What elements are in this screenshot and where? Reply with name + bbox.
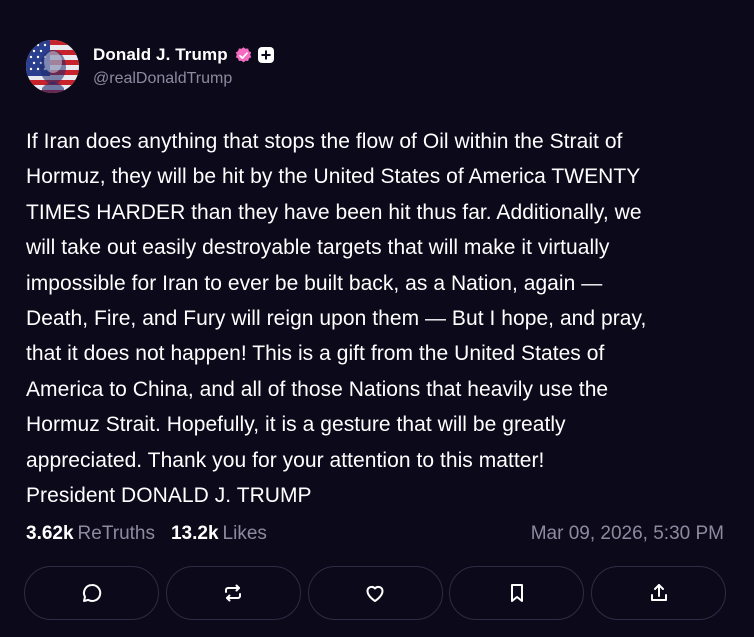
plus-badge-icon [257, 47, 274, 63]
retruth-button[interactable] [165, 566, 301, 620]
truth-post: Donald J. Trump @realDonaldTrump If Iran… [0, 0, 754, 637]
repost-icon [225, 584, 242, 602]
action-bar [24, 566, 726, 622]
reply-button[interactable] [24, 566, 159, 620]
share-icon [650, 584, 667, 601]
likes-count[interactable]: 13.2k [171, 523, 219, 545]
likes-label[interactable]: Likes [223, 523, 267, 545]
retruths-count[interactable]: 3.62k [26, 523, 74, 545]
user-handle[interactable]: @realDonaldTrump [93, 70, 274, 88]
retruths-label[interactable]: ReTruths [78, 523, 155, 545]
display-name[interactable]: Donald J. Trump [93, 45, 228, 65]
bookmark-icon [510, 584, 523, 602]
post-header: Donald J. Trump @realDonaldTrump [26, 40, 274, 93]
like-button[interactable] [307, 566, 443, 620]
bookmark-button[interactable] [449, 566, 585, 620]
heart-icon [366, 585, 384, 602]
verified-badge-icon [234, 46, 253, 65]
name-row: Donald J. Trump [93, 44, 274, 66]
post-timestamp: Mar 09, 2026, 5:30 PM [530, 523, 724, 544]
comment-icon [82, 583, 101, 602]
post-text: If Iran does anything that stops the flo… [26, 130, 647, 508]
post-stats: 3.62k ReTruths 13.2k Likes Mar 09, 2026,… [26, 520, 724, 548]
share-button[interactable] [591, 566, 726, 620]
author-block: Donald J. Trump @realDonaldTrump [93, 40, 274, 88]
avatar[interactable] [26, 40, 79, 93]
